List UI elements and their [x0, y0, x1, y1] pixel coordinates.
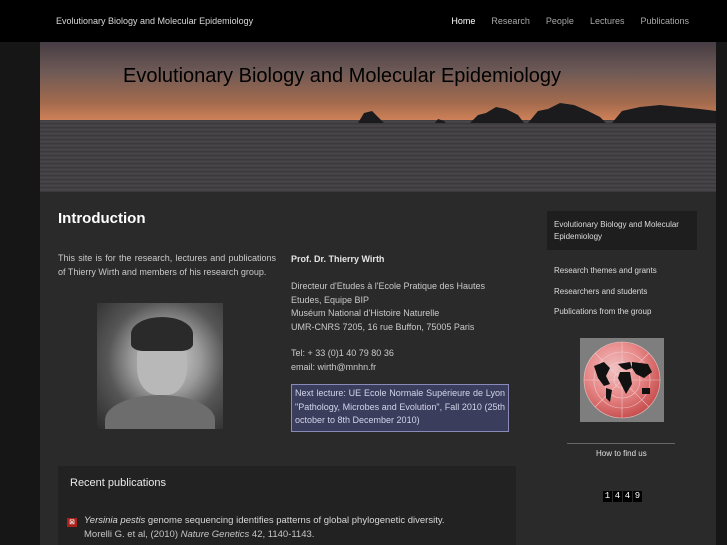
sidebar-links: Research themes and grants Researchers a…	[554, 266, 657, 328]
photo-hair	[131, 317, 193, 351]
affiliation-line: UMR-CNRS 7205, 16 rue Buffon, 75005 Pari…	[291, 321, 475, 332]
publication-citation: Morelli G. et al, (2010) Nature Genetics…	[84, 529, 314, 540]
affiliation-line: Etudes, Equipe BIP	[291, 294, 370, 305]
publication-title-text: genome sequencing identifies patterns of…	[145, 515, 445, 526]
nav-people[interactable]: People	[546, 16, 574, 26]
profile-photo	[97, 303, 223, 429]
intro-text: This site is for the research, lectures …	[58, 253, 276, 277]
professor-affiliation: Directeur d'Etudes à l'Ecole Pratique de…	[291, 280, 509, 334]
sidebar-title: Evolutionary Biology and Molecular Epide…	[554, 220, 679, 241]
banner-sea	[40, 120, 716, 192]
globe-grid	[583, 341, 661, 419]
nav-lectures[interactable]: Lectures	[590, 16, 625, 26]
world-map-globe-image[interactable]	[580, 338, 664, 422]
recent-publications: Recent publications ⊠ Yersinia pestis ge…	[58, 466, 516, 545]
publication-title[interactable]: Yersinia pestis genome sequencing identi…	[84, 515, 445, 526]
next-lecture-box: Next lecture: UE Ecole Normale Supérieur…	[291, 384, 509, 432]
top-bar: Evolutionary Biology and Molecular Epide…	[0, 0, 727, 42]
counter-digit: 9	[633, 491, 642, 502]
counter-digit: 4	[623, 491, 632, 502]
site-name[interactable]: Evolutionary Biology and Molecular Epide…	[56, 16, 253, 26]
publication-authors: Morelli G. et al, (2010)	[84, 529, 181, 540]
email-address[interactable]: email: wirth@mnhn.fr	[291, 361, 394, 375]
sidebar-header: Evolutionary Biology and Molecular Epide…	[547, 211, 697, 250]
banner-title: Evolutionary Biology and Molecular Epide…	[123, 65, 562, 87]
affiliation-line: Directeur d'Etudes à l'Ecole Pratique de…	[291, 281, 486, 291]
sidebar-link-researchers[interactable]: Researchers and students	[554, 287, 657, 308]
publication-species: Yersinia pestis	[84, 515, 146, 526]
banner-islands	[358, 103, 716, 123]
nav-home[interactable]: Home	[451, 16, 475, 26]
photo-shoulder	[105, 395, 215, 429]
counter-digit: 1	[603, 491, 612, 502]
sidebar-link-publications[interactable]: Publications from the group	[554, 307, 657, 328]
contact-info: Tel: + 33 (0)1 40 79 80 36 email: wirth@…	[291, 347, 394, 374]
publication-journal: Nature Genetics	[180, 529, 250, 540]
sidebar-link-research[interactable]: Research themes and grants	[554, 266, 657, 287]
sidebar-divider	[567, 443, 675, 444]
publication-ref: 42, 1140-1143.	[249, 529, 315, 540]
header-banner: Evolutionary Biology and Molecular Epide…	[40, 42, 716, 192]
professor-name: Prof. Dr. Thierry Wirth	[291, 254, 385, 264]
publications-title: Recent publications	[70, 477, 167, 489]
phone-number: Tel: + 33 (0)1 40 79 80 36	[291, 348, 394, 358]
nav-publications[interactable]: Publications	[640, 16, 689, 26]
find-us-link[interactable]: How to find us	[596, 449, 647, 458]
main-nav: Home Research People Lectures Publicatio…	[451, 16, 689, 26]
intro-title: Introduction	[58, 210, 146, 227]
visitor-counter: 1 4 4 9	[603, 491, 642, 502]
affiliation-line: Muséum National d'Histoire Naturelle	[291, 308, 440, 319]
nav-research[interactable]: Research	[491, 16, 530, 26]
counter-digit: 4	[613, 491, 622, 502]
pdf-icon[interactable]: ⊠	[67, 518, 77, 527]
